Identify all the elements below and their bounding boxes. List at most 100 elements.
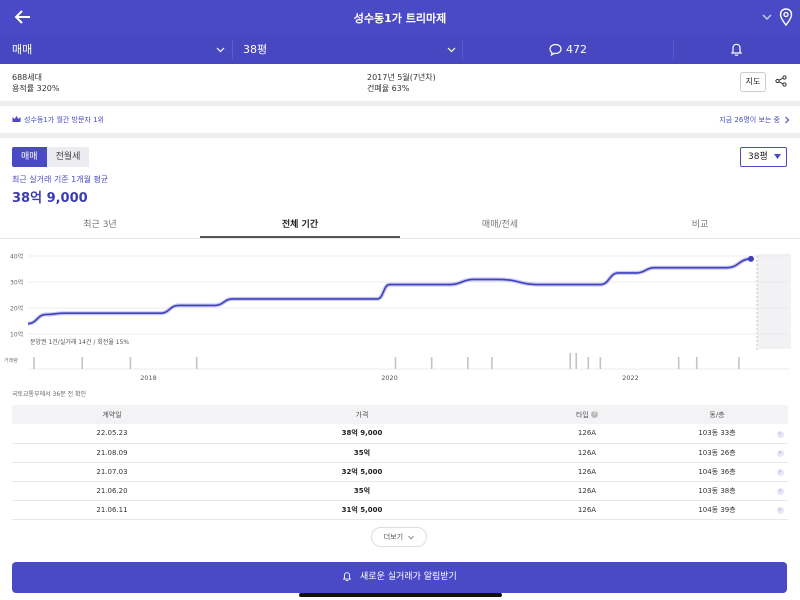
chevron-down-icon[interactable] <box>760 10 774 24</box>
divider <box>673 40 674 59</box>
volume-bar <box>33 357 35 369</box>
tab-sale-lease[interactable]: 매매/전세 <box>400 212 600 238</box>
table-row[interactable]: 21.07.03 32억 5,000 126A 104동 36층 › <box>12 462 788 482</box>
average-label: 최근 실거래 기준 1개월 평균 <box>12 175 109 184</box>
table-row[interactable]: 21.06.11 31억 5,000 126A 104동 39층 › <box>12 500 788 520</box>
floor-area-ratio: 용적률 320% <box>12 84 60 93</box>
volume-bar <box>467 357 469 369</box>
volume-bar <box>129 357 132 369</box>
y-tick-label: 10억 <box>10 331 23 339</box>
x-tick-label: 2020 <box>381 374 398 382</box>
cell-date: 21.06.20 <box>12 481 212 501</box>
price-alert-button[interactable]: 새로운 실거래가 알림받기 <box>12 562 787 593</box>
volume-bar <box>738 357 740 369</box>
cell-dong-floor: 103동 26층 <box>662 443 772 463</box>
crown-icon <box>12 115 21 122</box>
filter-bar: 매매 38평 472 <box>0 35 800 64</box>
volume-bar <box>491 357 493 369</box>
comments-button[interactable]: 472 <box>549 35 587 64</box>
cell-price: 31억 5,000 <box>212 500 512 520</box>
cell-price: 38억 9,000 <box>212 424 512 444</box>
app-header: 성수동1가 트리마제 <box>0 0 800 35</box>
help-icon[interactable]: ? <box>591 411 599 418</box>
visitor-rank-banner[interactable]: 성수동1가 월간 방문자 1위 지금 26명이 보는 중 <box>0 109 800 131</box>
caret-down-icon <box>774 154 781 159</box>
row-chevron-cell: › <box>772 424 788 444</box>
y-tick-label: 40억 <box>10 253 23 261</box>
bell-icon <box>342 572 352 582</box>
volume-bar <box>599 357 602 369</box>
chevron-right-icon[interactable]: › <box>776 488 784 495</box>
volume-bar <box>195 357 198 369</box>
cell-type: 126A <box>512 424 662 444</box>
divider <box>462 40 463 59</box>
complex-info: 688세대 용적률 320% 2017년 5월(7년차) 건폐율 63% <box>0 64 800 102</box>
x-tick-label: 2022 <box>622 374 639 382</box>
row-chevron-cell: › <box>772 481 788 501</box>
table-row[interactable]: 22.05.23 38억 9,000 126A 103동 33층 › <box>12 424 788 444</box>
cell-dong-floor: 103동 33층 <box>662 424 772 444</box>
chevron-right-icon[interactable]: › <box>776 469 784 476</box>
divider <box>232 40 233 59</box>
visitor-rank-text: 성수동1가 월간 방문자 1위 <box>24 116 104 124</box>
toggle-sale[interactable]: 매매 <box>12 147 47 167</box>
cell-dong-floor: 104동 39층 <box>662 500 772 520</box>
future-region <box>757 254 791 349</box>
table-row[interactable]: 21.08.09 35억 126A 103동 26층 › <box>12 443 788 463</box>
header-spacer <box>772 405 788 424</box>
x-tick-label: 2018 <box>140 374 157 382</box>
area-select[interactable]: 38평 <box>740 147 787 167</box>
tab-all-period[interactable]: 전체 기간 <box>200 212 400 238</box>
toggle-lease[interactable]: 전월세 <box>46 147 90 167</box>
table-row[interactable]: 21.06.20 35억 126A 103동 38층 › <box>12 481 788 501</box>
chevron-right-icon <box>785 116 790 124</box>
cell-dong-floor: 104동 36층 <box>662 462 772 482</box>
volume-bar <box>575 353 578 369</box>
volume-bar <box>677 357 680 369</box>
volume-bar <box>587 357 590 369</box>
header-price: 가격 <box>212 405 512 424</box>
cell-type: 126A <box>512 462 662 482</box>
home-indicator <box>299 593 502 597</box>
volume-bar <box>695 357 698 369</box>
chevron-right-icon[interactable]: › <box>776 450 784 457</box>
section-divider <box>0 101 800 106</box>
tab-recent-3y[interactable]: 최근 3년 <box>0 212 200 238</box>
map-button[interactable]: 지도 <box>740 72 766 92</box>
location-pin-icon[interactable] <box>779 8 793 26</box>
volume-bar <box>430 357 433 369</box>
chevron-right-icon[interactable]: › <box>776 507 784 514</box>
header-dong-floor: 동/층 <box>662 405 772 424</box>
chevron-down-icon <box>408 535 415 539</box>
price-alert-label: 새로운 실거래가 알림받기 <box>360 572 457 582</box>
trade-type-value: 매매 <box>12 43 33 56</box>
cell-price: 32억 5,000 <box>212 462 512 482</box>
tab-compare[interactable]: 비교 <box>600 212 800 238</box>
header-date: 계약일 <box>12 405 212 424</box>
trade-type-dropdown[interactable]: 매매 <box>12 35 32 64</box>
series-line <box>27 258 752 325</box>
cell-price: 35억 <box>212 443 512 463</box>
volume-label: 거래량 <box>4 357 18 364</box>
chevron-right-icon[interactable]: › <box>776 430 784 438</box>
area-value: 38평 <box>243 43 268 56</box>
trade-toggle: 매매 전월세 <box>12 147 90 167</box>
row-chevron-cell: › <box>772 462 788 482</box>
coverage-ratio: 건폐율 63% <box>367 84 410 93</box>
more-button[interactable]: 더보기 <box>371 527 427 547</box>
latest-point <box>747 255 754 262</box>
cell-date: 21.08.09 <box>12 443 212 463</box>
bell-icon[interactable] <box>730 42 743 57</box>
header-type-label: 타입 <box>575 410 589 419</box>
share-icon[interactable] <box>775 75 787 87</box>
volume-bar <box>81 357 84 369</box>
comment-count: 472 <box>566 43 587 56</box>
cell-price: 35억 <box>212 481 512 501</box>
deals-table: 계약일 가격 타입 ? 동/층 22.05.23 38억 9,000 126A … <box>12 405 788 520</box>
price-chart[interactable]: 40억 30억 20억 10억분양권 1건/실거래 14건 / 회전율 15% 거래량 2… <box>0 238 800 388</box>
y-tick-label: 20억 <box>10 305 23 313</box>
chevron-down-icon <box>216 47 225 53</box>
area-dropdown[interactable]: 38평 <box>243 35 267 64</box>
cell-type: 126A <box>512 481 662 501</box>
row-chevron-cell: › <box>772 500 788 520</box>
